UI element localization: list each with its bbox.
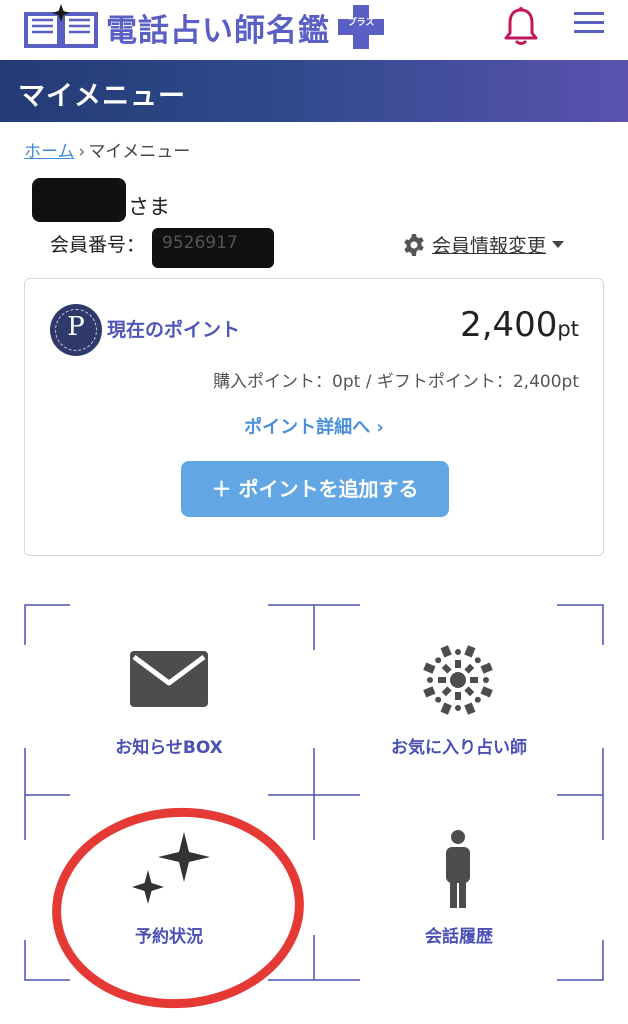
breadcrumb-home-link[interactable]: ホーム xyxy=(24,142,75,162)
hamburger-menu-icon[interactable] xyxy=(574,10,604,34)
points-card: P 現在のポイント 2,400pt 購入ポイント：0pt / ギフトポイント：2… xyxy=(24,278,604,556)
member-number-label: 会員番号： xyxy=(50,234,146,256)
member-number: 9526917 xyxy=(162,233,238,253)
menu-label-notice-box: お知らせBOX xyxy=(115,738,223,758)
logo-text: 電話占い師名鑑 xyxy=(106,12,330,49)
page-title: マイメニュー xyxy=(18,81,186,112)
current-points: 2,400pt xyxy=(460,305,579,345)
open-book-icon xyxy=(24,4,98,48)
menu-item-conversation-history[interactable]: 会話履歴 xyxy=(314,800,604,990)
user-greeting: さま xyxy=(50,191,170,221)
gear-icon xyxy=(404,233,424,256)
menu-label-conversation-history: 会話履歴 xyxy=(425,927,493,947)
menu-item-favorite-fortune-tellers[interactable]: お気に入り占い師 xyxy=(314,605,604,795)
menu-label-favorite-fortune-tellers: お気に入り占い師 xyxy=(391,738,527,758)
plus-icon: プラス xyxy=(336,3,386,51)
chevron-down-icon xyxy=(552,241,565,248)
app-header: 電話占い師名鑑 プラス xyxy=(0,0,628,60)
person-icon xyxy=(446,830,470,908)
site-logo[interactable]: 電話占い師名鑑 プラス xyxy=(22,2,386,52)
user-name-suffix: さま xyxy=(128,195,170,219)
member-settings-label: 会員情報変更 xyxy=(432,235,547,257)
current-points-unit: pt xyxy=(557,317,579,341)
add-points-button[interactable]: ＋ ポイントを追加する xyxy=(181,461,449,517)
current-points-label: 現在のポイント xyxy=(107,319,241,341)
breadcrumb-separator: › xyxy=(78,142,86,162)
point-badge-icon: P xyxy=(50,304,102,356)
bell-icon[interactable] xyxy=(503,6,539,46)
logo-plus-text: プラス xyxy=(348,16,375,28)
current-points-value: 2,400 xyxy=(460,305,558,345)
envelope-icon xyxy=(130,651,208,707)
point-badge-letter: P xyxy=(67,312,85,342)
points-breakdown: 購入ポイント：0pt / ギフトポイント：2,400pt xyxy=(213,372,579,392)
menu-item-notice-box[interactable]: お知らせBOX xyxy=(24,605,314,795)
page-banner: マイメニュー xyxy=(0,60,628,122)
mandala-icon xyxy=(423,645,493,715)
member-settings-dropdown[interactable]: 会員情報変更 xyxy=(402,231,565,258)
breadcrumb-current: マイメニュー xyxy=(88,142,191,162)
points-detail-link[interactable]: ポイント詳細へ › xyxy=(25,413,603,439)
breadcrumb: ホーム › マイメニュー xyxy=(24,137,190,162)
